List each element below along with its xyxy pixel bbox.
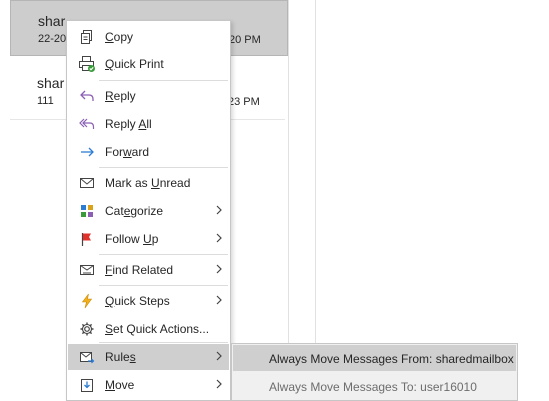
lightning-icon [78, 292, 96, 310]
message-time: 20 PM [229, 34, 261, 46]
menu-item-rules[interactable]: Rules [68, 344, 229, 370]
menu-item-label: Mark as Unread [105, 176, 191, 190]
rules-icon [78, 348, 96, 366]
menu-item-move[interactable]: Move [68, 372, 229, 398]
quick-print-icon [78, 55, 96, 73]
reply-all-icon [78, 115, 96, 133]
menu-item-label: Reply All [105, 117, 152, 131]
menu-item-label: Move [105, 378, 135, 392]
submenu-item-always-move-to[interactable]: Always Move Messages To: user16010 [233, 373, 516, 399]
menu-item-mark-unread[interactable]: Mark as Unread [68, 170, 229, 196]
menu-item-reply-all[interactable]: Reply All [68, 111, 229, 137]
rules-submenu: Always Move Messages From: sharedmailbox… [231, 343, 518, 401]
menu-item-categorize[interactable]: Categorize [68, 198, 229, 224]
menu-item-label: Quick Print [105, 57, 164, 71]
categorize-icon [78, 202, 96, 220]
chevron-right-icon [214, 349, 224, 363]
context-menu: Copy Quick Print Reply Reply All Forward [66, 20, 231, 401]
flag-icon [78, 230, 96, 248]
menu-item-copy[interactable]: Copy [68, 24, 229, 50]
chevron-right-icon [214, 377, 224, 391]
move-to-folder-icon [78, 376, 96, 394]
menu-item-label: Set Quick Actions... [105, 322, 210, 336]
chevron-right-icon [214, 262, 224, 276]
menu-separator [99, 285, 228, 286]
menu-separator [99, 167, 228, 168]
menu-separator [99, 342, 228, 343]
submenu-item-label: Always Move Messages From: sharedmailbox [269, 352, 514, 366]
menu-item-label: Quick Steps [105, 294, 170, 308]
menu-item-label: Rules [105, 350, 136, 364]
envelope-icon [78, 174, 96, 192]
pane-divider-secondary [315, 0, 316, 345]
submenu-item-always-move-from[interactable]: Always Move Messages From: sharedmailbox [233, 345, 516, 371]
gear-icon [78, 320, 96, 338]
message-time: 23 PM [228, 96, 260, 108]
menu-item-forward[interactable]: Forward [68, 139, 229, 165]
chevron-right-icon [214, 293, 224, 307]
menu-item-label: Categorize [105, 204, 164, 218]
menu-item-quick-steps[interactable]: Quick Steps [68, 288, 229, 314]
menu-item-quick-print[interactable]: Quick Print [68, 51, 229, 77]
menu-item-label: Find Related [105, 263, 174, 277]
menu-item-label: Copy [105, 30, 134, 44]
menu-item-label: Follow Up [105, 232, 159, 246]
message-sender: shar [38, 13, 66, 29]
reply-icon [78, 87, 96, 105]
chevron-right-icon [214, 203, 224, 217]
menu-item-reply[interactable]: Reply [68, 83, 229, 109]
menu-item-label: Reply [105, 89, 136, 103]
message-sender: shar [37, 75, 65, 91]
find-related-icon [78, 261, 96, 279]
submenu-item-label: Always Move Messages To: user16010 [269, 380, 477, 394]
menu-item-label: Forward [105, 145, 150, 159]
forward-arrow-icon [78, 143, 96, 161]
chevron-right-icon [214, 231, 224, 245]
menu-item-find-related[interactable]: Find Related [68, 257, 229, 283]
message-subject: 111 [37, 95, 54, 107]
menu-separator [99, 254, 228, 255]
menu-item-follow-up[interactable]: Follow Up [68, 226, 229, 252]
copy-icon [78, 28, 96, 46]
pane-divider [288, 0, 289, 401]
message-subject: 22-20 [38, 33, 67, 45]
menu-item-set-quick-actions[interactable]: Set Quick Actions... [68, 316, 229, 342]
menu-separator [99, 80, 228, 81]
